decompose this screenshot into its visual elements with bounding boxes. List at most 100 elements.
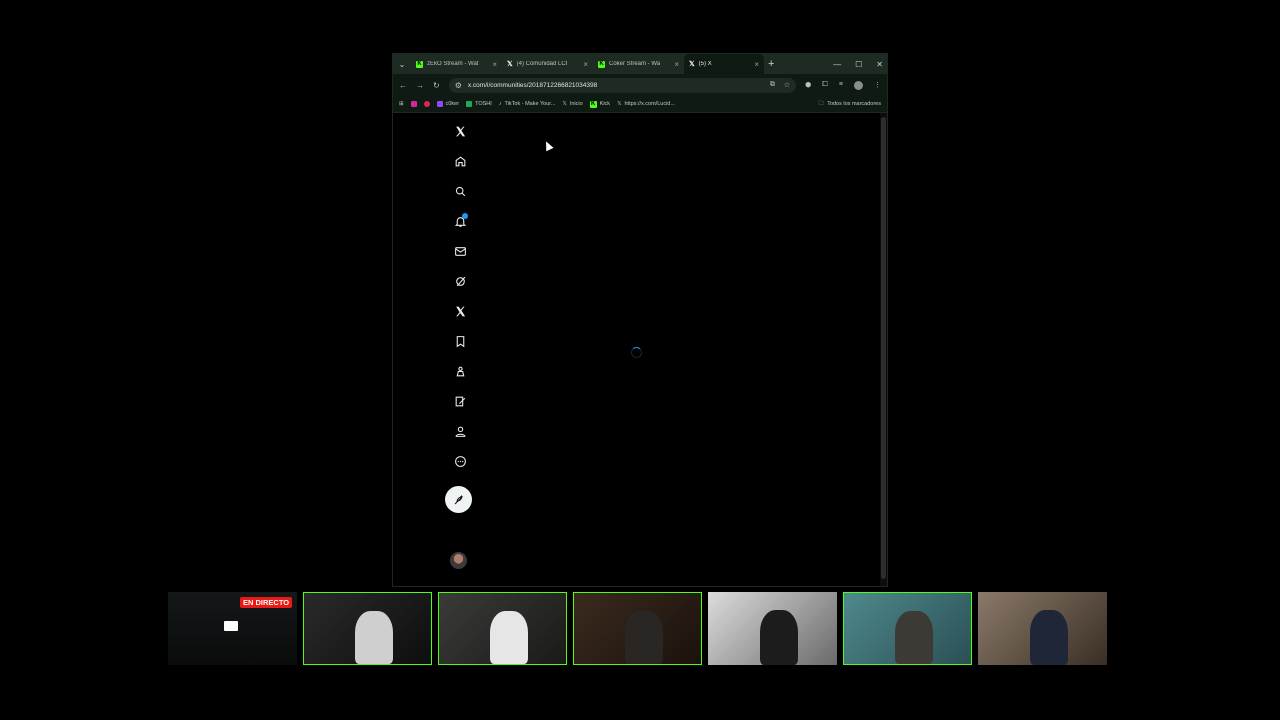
messages-icon[interactable] [445, 236, 475, 266]
kick-icon: K [416, 60, 423, 68]
bookmark-star-icon[interactable]: ☆ [784, 81, 790, 89]
cam-streamer-6[interactable] [978, 592, 1107, 665]
stream-cams-row: EN DIRECTO [168, 592, 1107, 665]
tab-comunidad[interactable]: 𝕏 (4) Comunidad LCI × [502, 54, 593, 74]
grok-icon[interactable] [445, 266, 475, 296]
kick-icon: K [598, 60, 605, 68]
search-icon[interactable] [445, 176, 475, 206]
notifications-icon[interactable] [445, 206, 475, 236]
url-text[interactable]: x.com/i/communities/2018712266821034398 [468, 82, 764, 89]
x-icon: 𝕏 [507, 61, 513, 68]
tab-strip: ⌄ K zEkO Stream - Wat × 𝕏 (4) Comunidad … [393, 54, 887, 74]
bookmark-kick[interactable]: K Kick [589, 100, 611, 108]
bookmark-label: TikTok - Make Your... [504, 101, 556, 107]
bookmark-inicio[interactable]: 𝕏 Inicio [562, 101, 582, 107]
x-sidebar-nav [445, 116, 475, 476]
bookmark-label: Kick [599, 101, 611, 107]
reload-icon[interactable]: ↻ [433, 81, 440, 90]
cam-screen-share[interactable]: EN DIRECTO [168, 592, 297, 665]
minimize-icon[interactable]: — [833, 60, 841, 69]
profile-avatar[interactable] [854, 80, 863, 90]
live-badge: EN DIRECTO [240, 597, 293, 608]
folder-icon: 🗀 [818, 100, 825, 107]
instagram-icon [410, 101, 417, 107]
cam-streamer-5[interactable] [843, 592, 972, 665]
site-info-icon[interactable]: ⚙ [455, 81, 462, 90]
streamer-figure [759, 610, 799, 665]
scrollbar-thumb[interactable] [881, 117, 886, 579]
cam-streamer-3[interactable] [573, 592, 702, 665]
bookmarks-bar: ⊞ c0ker TOSHI ♪ TikTok - Make Your... 𝕏 … [393, 96, 887, 113]
tab-coker-stream[interactable]: K Coker Stream - Wa × [593, 54, 684, 74]
omnibox[interactable]: ⚙ x.com/i/communities/201871226682103439… [448, 77, 797, 93]
tab-title: zEkO Stream - Wat [427, 61, 479, 67]
close-icon[interactable]: × [754, 60, 759, 69]
menu-icon[interactable]: ⋮ [874, 81, 881, 90]
page-content [393, 113, 887, 586]
compose-post-button[interactable] [445, 486, 472, 513]
cam-streamer-2[interactable] [438, 592, 567, 665]
bookmark-label: c0ker [445, 101, 460, 107]
media-icon[interactable]: ≡ [839, 81, 843, 90]
bookmark-instagram[interactable] [410, 101, 417, 107]
close-icon[interactable]: × [674, 60, 679, 69]
tab-title: (5) X [698, 61, 712, 67]
new-tab-button[interactable]: + [768, 58, 774, 70]
profile-icon[interactable] [445, 416, 475, 446]
streamer-figure [1029, 610, 1069, 665]
tab-title: (4) Comunidad LCI [516, 61, 568, 67]
bookmark-label: https://x.com/Lucid... [624, 101, 675, 107]
install-app-icon[interactable]: ⧉ [770, 81, 775, 89]
cam-streamer-4[interactable] [708, 592, 837, 665]
scrollbar[interactable] [880, 113, 887, 586]
all-bookmarks-label: Todos los marcadores [827, 101, 881, 107]
feather-icon [454, 495, 463, 504]
bookmark-toshi[interactable]: TOSHI [466, 101, 492, 107]
bookmark-tiktok[interactable]: ♪ TikTok - Make Your... [499, 101, 556, 107]
x-icon: 𝕏 [562, 101, 567, 107]
bookmark-lucid[interactable]: 𝕏 https://x.com/Lucid... [617, 101, 675, 107]
cam-streamer-1[interactable] [303, 592, 432, 665]
forward-icon[interactable]: → [416, 81, 424, 90]
tab-x-active[interactable]: 𝕏 (5) X × [684, 54, 764, 74]
home-icon[interactable] [445, 146, 475, 176]
tab-title: Coker Stream - Wa [609, 61, 661, 67]
back-icon[interactable]: ← [399, 81, 407, 90]
communities-icon[interactable] [445, 356, 475, 386]
premium-x-icon[interactable] [445, 296, 475, 326]
tiktok-icon: ♪ [498, 101, 502, 107]
more-icon[interactable] [445, 446, 475, 476]
streamer-figure [624, 610, 663, 664]
apps-icon[interactable]: ⊞ [399, 101, 404, 107]
window-controls: — ☐ ✕ [833, 54, 883, 74]
green-square-icon [466, 101, 473, 107]
all-bookmarks-folder[interactable]: 🗀 Todos los marcadores [819, 100, 881, 109]
loading-spinner [631, 347, 642, 358]
kick-icon: K [589, 100, 597, 108]
extensions-icon[interactable]: ⧠ [822, 81, 828, 90]
notification-badge [462, 213, 468, 219]
x-icon: 𝕏 [689, 61, 695, 68]
red-dot-icon [423, 101, 430, 107]
verified-orgs-icon[interactable] [445, 386, 475, 416]
tab-search-button[interactable]: ⌄ [393, 54, 411, 74]
account-avatar[interactable] [450, 552, 467, 569]
bookmark-red[interactable] [423, 101, 430, 107]
bookmark-c0ker[interactable]: c0ker [436, 101, 460, 107]
mouse-cursor [542, 139, 554, 152]
bookmarks-icon[interactable] [445, 326, 475, 356]
close-icon[interactable]: × [492, 60, 497, 69]
twitch-icon [436, 101, 443, 107]
extension-shield-icon[interactable]: ⬢ [805, 81, 811, 90]
streamer-figure [894, 610, 933, 664]
maximize-icon[interactable]: ☐ [855, 60, 862, 69]
monitor-icon [224, 621, 238, 631]
x-logo-icon[interactable] [445, 116, 475, 146]
close-icon[interactable]: × [583, 60, 588, 69]
x-icon: 𝕏 [617, 101, 622, 107]
tab-zeko-stream[interactable]: K zEkO Stream - Wat × [411, 54, 502, 74]
streamer-figure [354, 610, 393, 664]
browser-window: ⌄ K zEkO Stream - Wat × 𝕏 (4) Comunidad … [392, 53, 888, 587]
bookmark-label: Inicio [569, 101, 583, 107]
close-window-icon[interactable]: ✕ [876, 60, 883, 69]
